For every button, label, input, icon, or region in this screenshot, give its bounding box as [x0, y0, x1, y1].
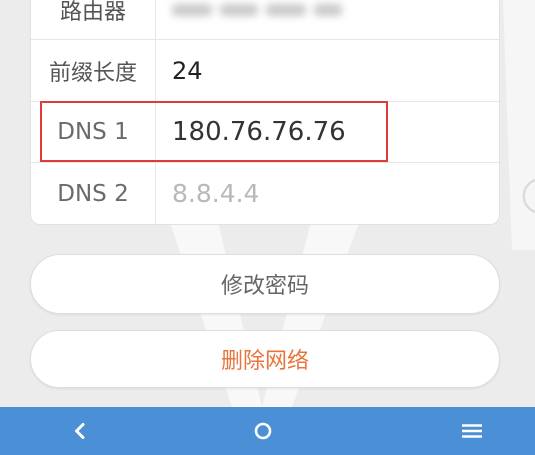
router-value-blurred [172, 0, 342, 22]
delete-network-button[interactable]: 删除网络 [30, 330, 500, 388]
network-details-card: 路由器 前缀长度 DNS 1 DNS 2 [30, 0, 500, 225]
menu-button[interactable] [447, 407, 497, 455]
home-button[interactable] [238, 407, 288, 455]
change-password-button[interactable]: 修改密码 [30, 254, 500, 314]
dns1-label: DNS 1 [31, 102, 156, 162]
dns2-row: DNS 2 [31, 163, 499, 224]
menu-icon [462, 424, 482, 438]
prefix-length-label: 前缀长度 [31, 40, 156, 101]
prefix-length-row: 前缀长度 [31, 40, 499, 102]
prefix-length-input[interactable] [172, 56, 472, 85]
navigation-bar [0, 407, 535, 455]
edge-ring-decoration [522, 178, 535, 214]
dns1-input[interactable] [172, 117, 472, 147]
back-button[interactable] [55, 407, 105, 455]
dns2-label: DNS 2 [31, 163, 156, 224]
dns1-row: DNS 1 [31, 102, 499, 163]
router-row: 路由器 [31, 0, 499, 40]
home-icon [254, 422, 272, 440]
router-value-field[interactable] [156, 0, 499, 39]
router-label: 路由器 [31, 0, 156, 39]
back-icon [75, 423, 85, 439]
dns2-input[interactable] [172, 179, 472, 208]
